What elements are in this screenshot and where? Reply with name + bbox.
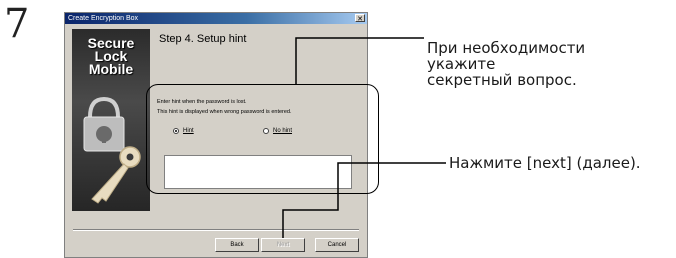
- next-note: Нажмите [next] (далее).: [449, 154, 641, 172]
- hint-note-line-2: укажите: [427, 55, 496, 73]
- hint-note-line-3: секретный вопрос.: [427, 71, 577, 89]
- hint-note-line-1: При необходимости: [427, 39, 586, 57]
- hint-note: При необходимости укажите секретный вопр…: [427, 40, 585, 88]
- next-leader-line: [282, 162, 446, 238]
- hint-leader-line: [295, 37, 424, 84]
